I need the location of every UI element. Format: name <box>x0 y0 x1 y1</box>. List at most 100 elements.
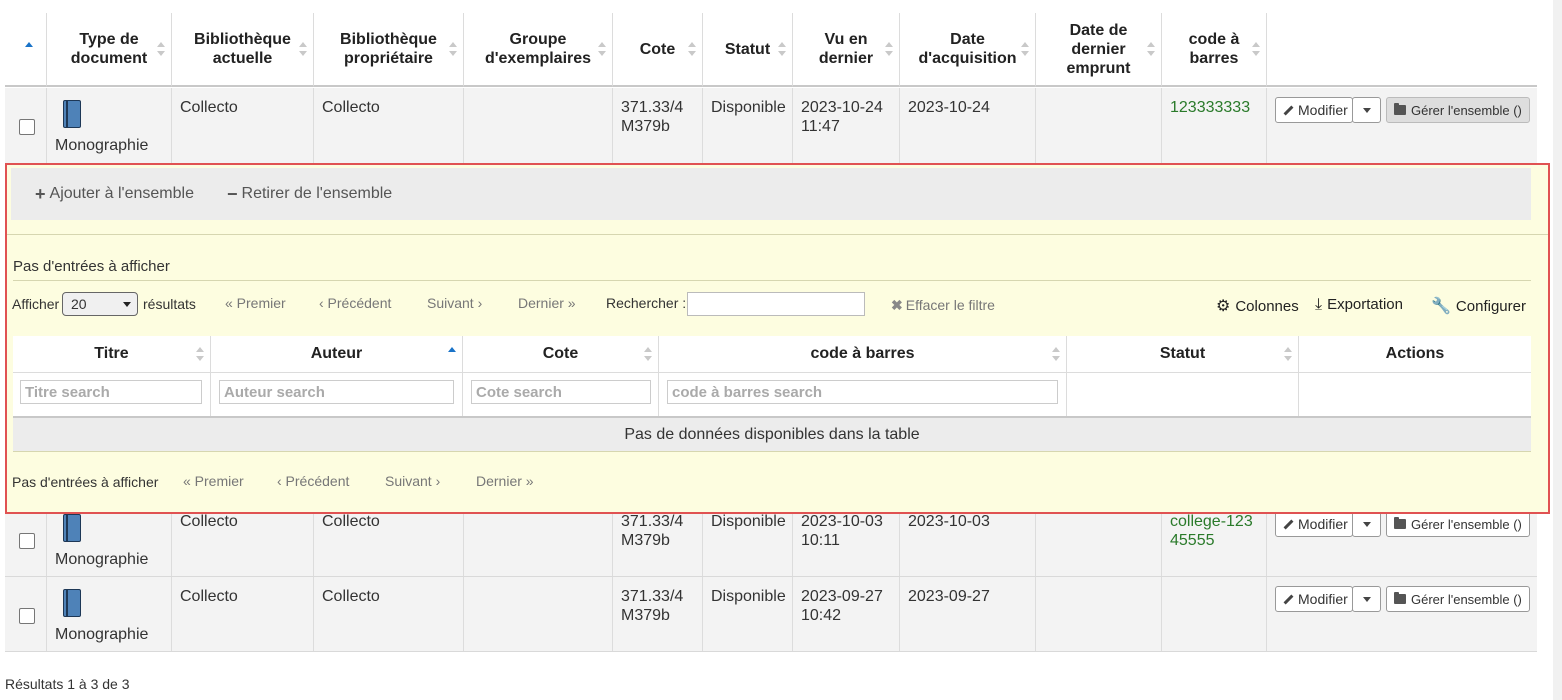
header-item-group[interactable]: Groupe d'exemplaires <box>464 13 613 87</box>
export-button[interactable]: ⤓ Exportation <box>1315 296 1403 314</box>
manage-bundle-button[interactable]: Gérer l'ensemble () <box>1386 586 1530 612</box>
last-checkout <box>1036 577 1162 651</box>
item-type: Monographie <box>55 137 149 154</box>
pencil-icon <box>1282 104 1294 116</box>
modify-dropdown-button[interactable] <box>1352 511 1381 537</box>
caret-down-icon <box>1362 521 1371 527</box>
footer-pager-next[interactable]: Suivant › <box>385 473 440 489</box>
acquisition-date: 2023-09-27 <box>900 577 1036 651</box>
pencil-icon <box>1282 518 1294 530</box>
modify-button[interactable]: Modifier <box>1275 511 1353 537</box>
wrench-icon: 🔧 <box>1431 298 1451 315</box>
item-type: Monographie <box>55 551 149 568</box>
book-icon <box>63 589 83 619</box>
remove-from-bundle-button[interactable]: − Retirer de l'ensemble <box>227 168 392 220</box>
callnumber-filter-input[interactable]: Cote search <box>471 380 651 404</box>
modify-button[interactable]: Modifier <box>1275 586 1353 612</box>
footer-pager-last[interactable]: Dernier » <box>476 473 534 489</box>
footer-entries-info: Pas d'entrées à afficher <box>12 474 159 490</box>
divider <box>7 234 1548 235</box>
callnumber: 371.33/4 M379b <box>613 88 703 163</box>
pager-last[interactable]: Dernier » <box>518 295 576 311</box>
sort-icon <box>1252 42 1260 56</box>
column-barcode[interactable]: code à barres <box>659 336 1067 372</box>
close-icon: ✖ <box>891 297 903 313</box>
clear-filter-button[interactable]: ✖ Effacer le filtre <box>891 297 995 314</box>
pager-first[interactable]: « Premier <box>225 295 286 311</box>
modify-dropdown-button[interactable] <box>1352 586 1381 612</box>
scrollbar[interactable] <box>1553 0 1562 700</box>
manage-bundle-button[interactable]: Gérer l'ensemble () <box>1386 511 1530 537</box>
item-type: Monographie <box>55 626 149 643</box>
callnumber: 371.33/4 M379b <box>613 577 703 651</box>
header-current-library[interactable]: Bibliothèque actuelle <box>172 13 314 87</box>
pager-previous[interactable]: ‹ Précédent <box>319 295 391 311</box>
footer-pager-previous[interactable]: ‹ Précédent <box>277 473 349 489</box>
sort-icon <box>1021 42 1029 56</box>
bundle-toolbar: + Ajouter à l'ensemble − Retirer de l'ense… <box>11 168 1531 220</box>
add-to-bundle-button[interactable]: + Ajouter à l'ensemble <box>35 168 194 220</box>
header-status[interactable]: Statut <box>703 13 793 87</box>
sort-icon <box>157 42 165 56</box>
barcode-filter-input[interactable]: code à barres search <box>667 380 1058 404</box>
sort-icon <box>598 42 606 56</box>
sort-icon <box>885 42 893 56</box>
sort-icon <box>688 42 696 56</box>
search-input[interactable] <box>687 292 865 316</box>
results-summary: Résultats 1 à 3 de 3 <box>5 676 130 692</box>
footer-pager-first[interactable]: « Premier <box>183 473 244 489</box>
header-type[interactable]: Type de document <box>47 13 172 87</box>
row-checkbox[interactable] <box>19 608 35 624</box>
item-group <box>464 577 613 651</box>
select-all-header[interactable] <box>5 13 47 87</box>
manage-bundle-button[interactable]: Gérer l'ensemble () <box>1386 97 1530 123</box>
last-seen: 2023-10-24 11:47 <box>793 88 900 163</box>
caret-down-icon <box>1362 596 1371 602</box>
results-label: résultats <box>143 296 196 312</box>
row-checkbox[interactable] <box>19 119 35 135</box>
status: Disponible <box>703 577 793 651</box>
header-last-seen[interactable]: Vu en dernier <box>793 13 900 87</box>
current-library: Collecto <box>172 577 314 651</box>
search-label: Rechercher : <box>606 295 687 311</box>
column-author[interactable]: Auteur <box>211 336 463 372</box>
author-filter-input[interactable]: Auteur search <box>219 380 454 404</box>
header-last-checkout[interactable]: Date de dernier emprunt <box>1036 13 1162 87</box>
modify-button[interactable]: Modifier <box>1275 97 1353 123</box>
title-filter-input[interactable]: Titre search <box>20 380 202 404</box>
barcode: 123333333 <box>1162 88 1267 163</box>
caret-down-icon <box>1362 107 1371 113</box>
header-home-library[interactable]: Bibliothèque propriétaire <box>314 13 464 87</box>
sort-icon <box>778 42 786 56</box>
download-icon: ⤓ <box>1315 296 1323 313</box>
sort-icon <box>644 347 652 361</box>
plus-icon: + <box>35 183 46 204</box>
header-callnumber[interactable]: Cote <box>613 13 703 87</box>
home-library: Collecto <box>314 577 464 651</box>
page-size-select[interactable]: 20 <box>62 292 138 316</box>
home-library: Collecto <box>314 88 464 163</box>
barcode <box>1162 577 1267 651</box>
columns-button[interactable]: ⚙ Colonnes <box>1216 296 1299 316</box>
empty-table-message: Pas de données disponibles dans la table <box>13 416 1531 452</box>
sort-icon <box>196 347 204 361</box>
folder-icon <box>1394 517 1406 529</box>
header-acquisition-date[interactable]: Date d'acquisition <box>900 13 1036 87</box>
configure-button[interactable]: 🔧 Configurer <box>1431 296 1526 316</box>
folder-icon <box>1394 592 1406 604</box>
header-barcode[interactable]: code à barres <box>1162 13 1267 87</box>
column-callnumber[interactable]: Cote <box>463 336 659 372</box>
pager-next[interactable]: Suivant › <box>427 295 482 311</box>
sort-asc-icon <box>25 42 33 56</box>
table-row: Monographie Collecto Collecto 371.33/4 M… <box>5 88 1537 164</box>
column-status[interactable]: Statut <box>1067 336 1299 372</box>
modify-dropdown-button[interactable] <box>1352 97 1381 123</box>
chevron-down-icon <box>123 302 131 307</box>
sort-icon <box>1147 42 1155 56</box>
header-actions <box>1267 13 1537 87</box>
status: Disponible <box>703 88 793 163</box>
minus-icon: − <box>227 183 238 204</box>
acquisition-date: 2023-10-24 <box>900 88 1036 163</box>
row-checkbox[interactable] <box>19 533 35 549</box>
column-title[interactable]: Titre <box>13 336 211 372</box>
